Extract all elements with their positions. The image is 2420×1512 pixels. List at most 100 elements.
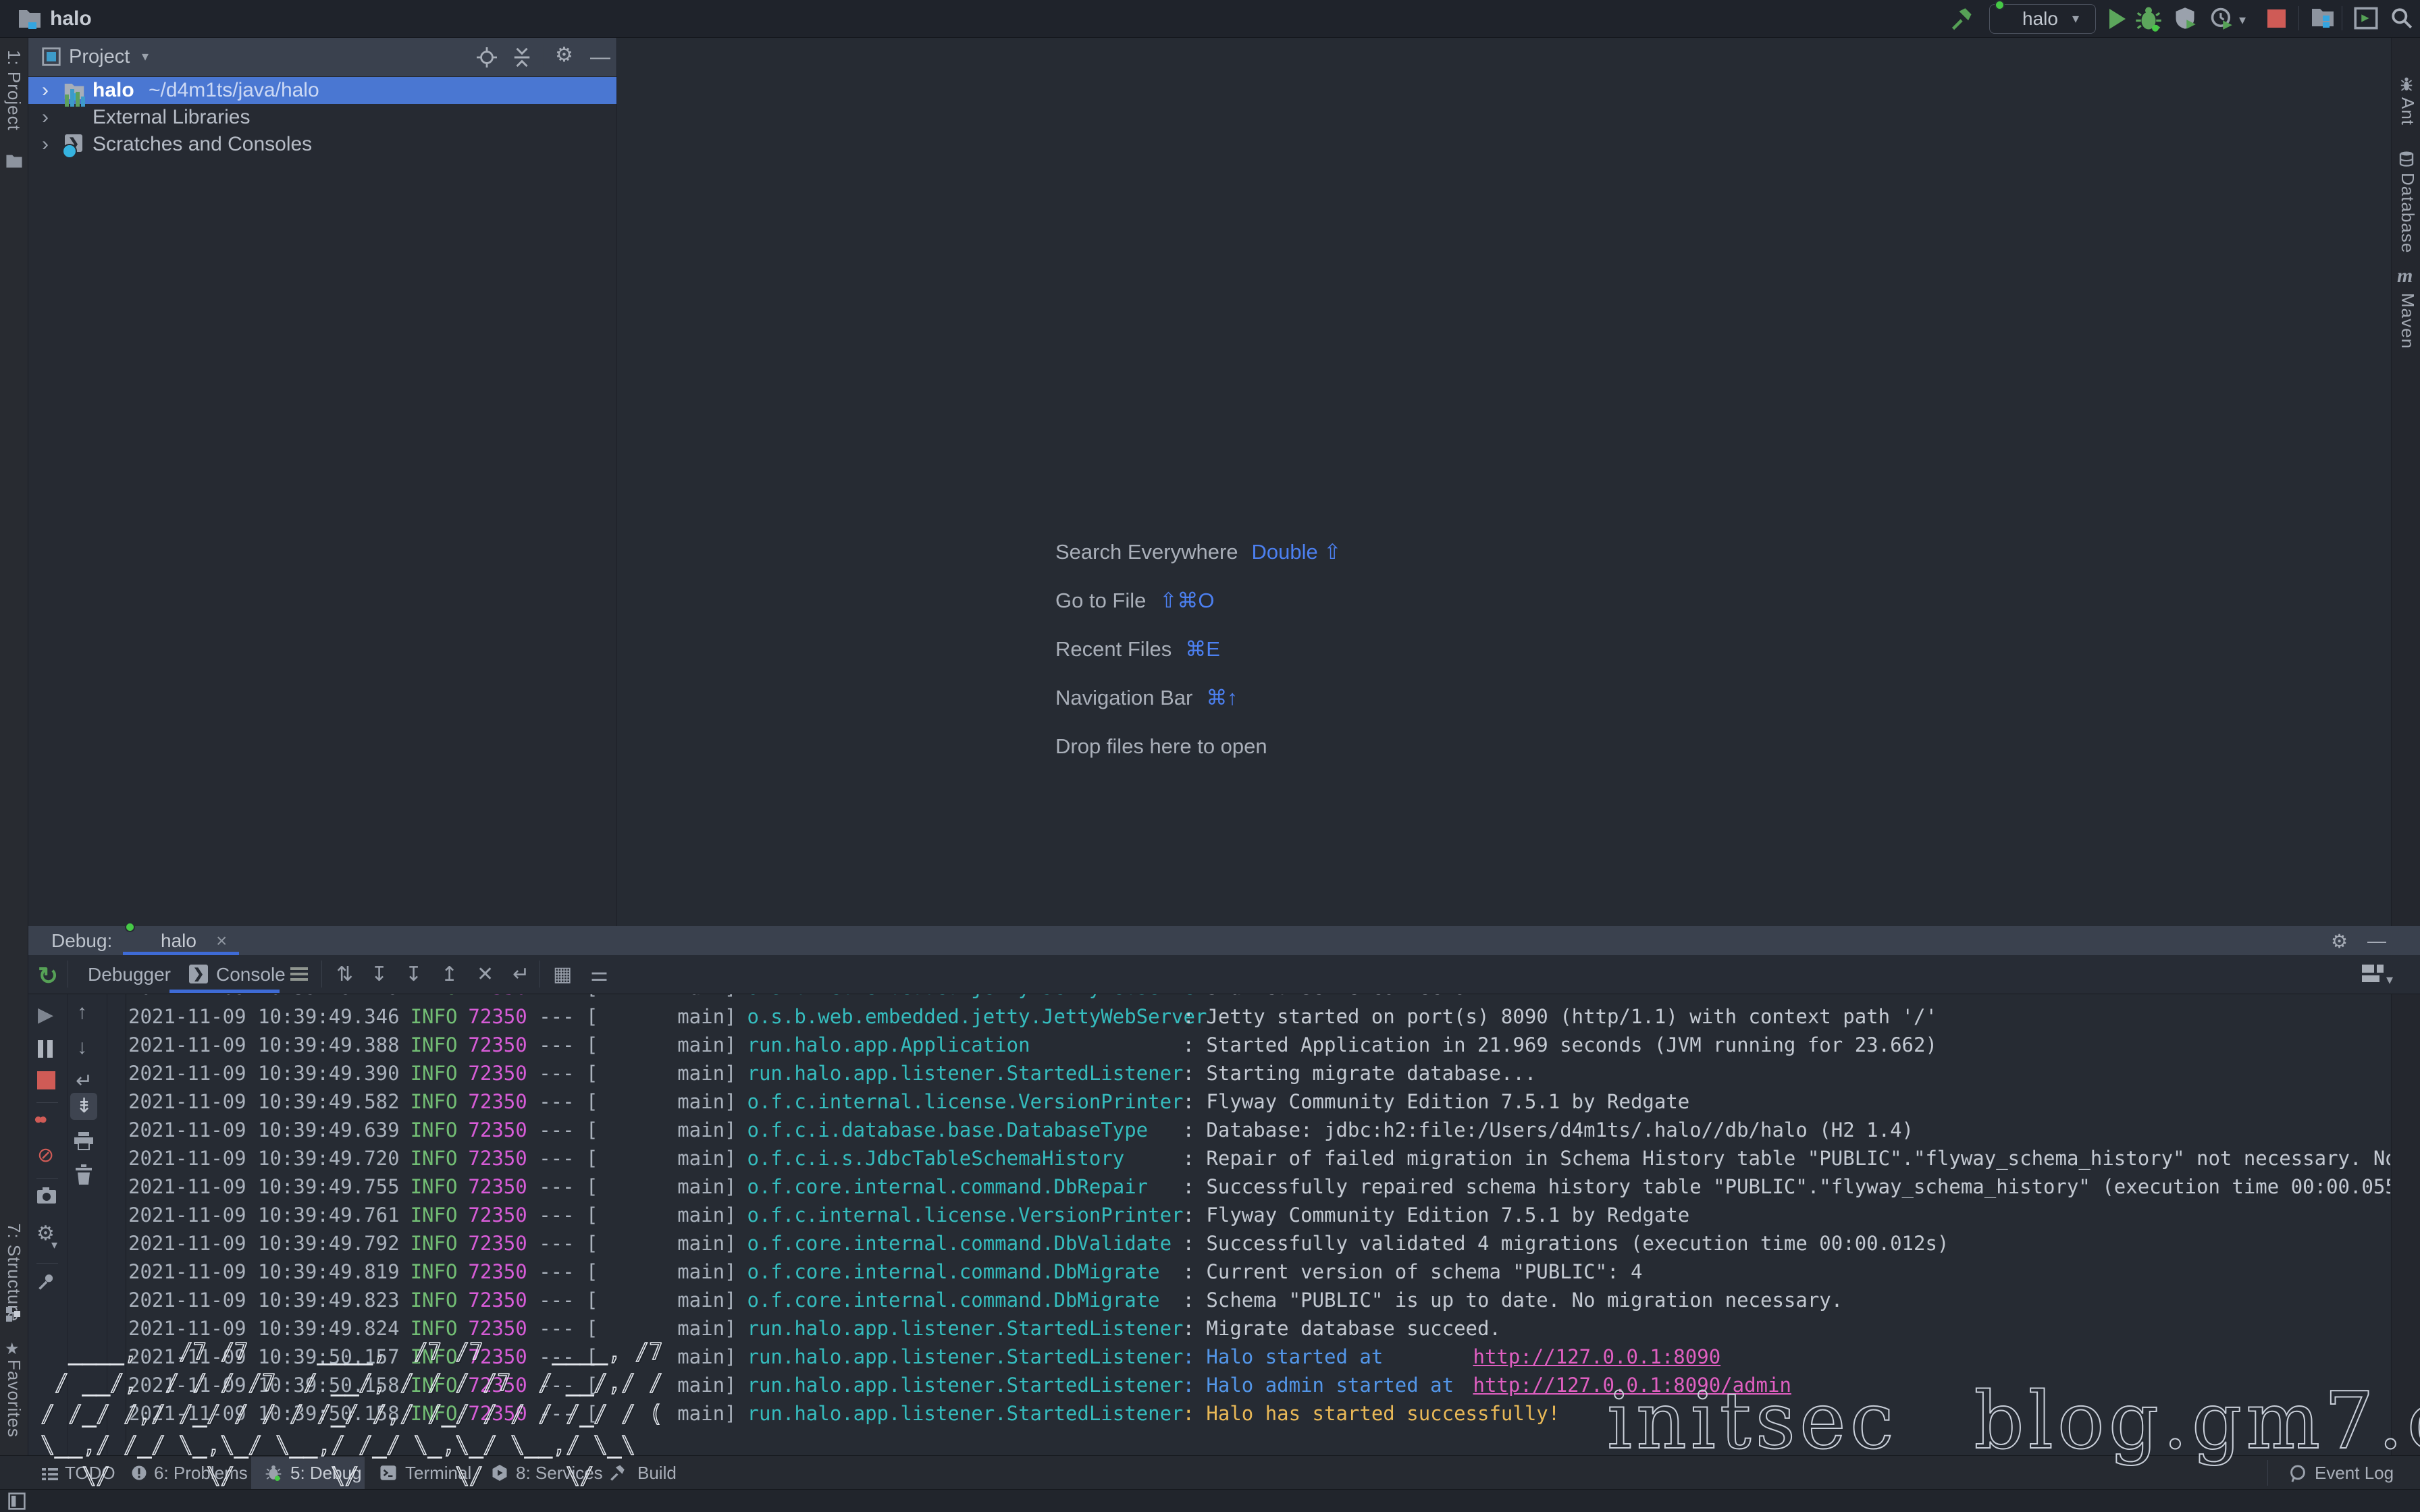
expand-chevron-icon[interactable]: › [42, 77, 49, 104]
tree-row-scratches[interactable]: › ❯ Scratches and Consoles [28, 131, 616, 158]
log-pid: 72350 [468, 1204, 527, 1226]
view-breakpoints-icon[interactable]: ●● [34, 1112, 44, 1127]
tree-row-external-libraries[interactable]: › External Libraries [28, 104, 616, 131]
hide-panel-icon[interactable]: — [590, 38, 610, 76]
toolbar-separator [2298, 6, 2299, 30]
log-level: INFO [411, 1062, 458, 1085]
clear-icon[interactable]: ✕ [477, 955, 494, 994]
log-level: INFO [411, 1175, 458, 1198]
soft-wrap-icon[interactable]: ↵ [76, 1071, 93, 1091]
log-timestamp: 2021-11-09 10:39:49.792 [128, 1232, 400, 1255]
console-link[interactable]: http://127.0.0.1:8090 [1473, 1345, 1721, 1368]
log-thread: main] [598, 994, 737, 1002]
print-icon[interactable] [73, 1131, 95, 1154]
log-message: : Starting migrate database... [1183, 1062, 1537, 1085]
favorites-star-icon[interactable]: ★ [5, 1339, 20, 1359]
evaluate-grid-icon[interactable]: ▦ [553, 955, 572, 994]
pin-icon[interactable] [37, 1272, 56, 1295]
stop-button[interactable] [2267, 9, 2286, 28]
hide-panel-icon[interactable]: — [2367, 926, 2386, 955]
tree-row-project-root[interactable]: › halo ~/d4m1ts/java/halo [28, 77, 616, 104]
debug-window-title: Debug: [51, 926, 112, 955]
gear-icon[interactable]: ⚙ [555, 43, 573, 67]
collapse-all-icon[interactable] [512, 47, 532, 71]
scroll-to-end-icon: ⇟ [76, 1096, 93, 1116]
console-log-row: 2021-11-09 10:39:49.639INFO72350 --- [ma… [128, 1116, 2390, 1144]
log-logger: run.halo.app.Application [747, 1031, 1183, 1059]
step-down-icon[interactable]: ↧ [371, 955, 388, 994]
console-log-row: 2021-11-09 10:39:49.761INFO72350 --- [ma… [128, 1201, 2390, 1229]
debug-button[interactable] [2135, 5, 2162, 36]
maven-icon[interactable]: m [2397, 265, 2413, 288]
console-tab-icon: ❯ [189, 965, 208, 983]
mute-breakpoints-icon[interactable]: ⊘ [37, 1145, 54, 1166]
tab-console[interactable]: Console [216, 955, 286, 994]
gear-icon[interactable]: ⚙ [2331, 930, 2348, 952]
sidebar-item-maven[interactable]: Maven [2397, 293, 2418, 349]
log-timestamp: 2021-11-09 10:39:49.639 [128, 1118, 400, 1141]
thread-dump-camera-icon[interactable] [36, 1186, 57, 1208]
resume-button[interactable]: ▶ [38, 1005, 53, 1025]
project-stripe-folder-icon[interactable] [5, 154, 23, 172]
filter-sliders-icon[interactable]: ⚌ [590, 955, 608, 994]
sidebar-item-ant[interactable]: Ant [2397, 97, 2418, 126]
run-button[interactable] [2109, 9, 2126, 29]
project-view-selector[interactable]: Project [69, 38, 130, 76]
log-logger: o.f.core.internal.command.DbValidate [747, 1229, 1183, 1258]
log-level: INFO [411, 1005, 458, 1028]
run-anything-window-button[interactable] [2354, 7, 2378, 33]
log-level: INFO [411, 1147, 458, 1170]
expand-chevron-icon[interactable]: › [42, 104, 49, 131]
status-bar [0, 1489, 2420, 1512]
expand-chevron-icon[interactable]: › [42, 131, 49, 158]
project-structure-button[interactable] [2311, 7, 2335, 32]
stop-button[interactable] [37, 1071, 55, 1089]
log-timestamp: 2021-11-09 10:39:49.249 [128, 994, 400, 999]
tree-item-path: ~/d4m1ts/java/halo [149, 77, 319, 104]
log-thread: main] [598, 1087, 737, 1116]
log-message: : Started ServerConnector [1183, 994, 1478, 999]
project-panel-header: Project ▾ ⚙ — [28, 38, 616, 76]
log-pid: 72350 [468, 1147, 527, 1170]
trash-icon[interactable] [74, 1164, 93, 1188]
project-tool-window: Project ▾ ⚙ — › halo ~/d4m1ts/java/halo … [28, 38, 617, 926]
profiler-button[interactable] [2209, 6, 2234, 34]
close-icon[interactable]: × [216, 926, 227, 955]
sidebar-item-project[interactable]: 1: Project [3, 50, 24, 131]
database-icon[interactable] [2398, 150, 2415, 171]
console-log-row: 2021-11-09 10:39:49.582INFO72350 --- [ma… [128, 1087, 2390, 1116]
download-icon[interactable]: ↧ [405, 955, 422, 994]
tab-debugger[interactable]: Debugger [88, 955, 171, 994]
shortcut-label: Go to File [1055, 589, 1146, 612]
log-level: INFO [411, 1260, 458, 1283]
log-message: : Flyway Community Edition 7.5.1 by Redg… [1183, 1204, 1690, 1226]
build-hammer-button[interactable] [1950, 7, 1974, 34]
upload-icon[interactable]: ↥ [441, 955, 458, 994]
locate-file-icon[interactable] [477, 47, 497, 71]
ant-icon[interactable] [2398, 76, 2415, 97]
run-config-selector[interactable]: halo ▾ [1989, 4, 2096, 34]
scroll-to-end-active-chip[interactable]: ⇟ [70, 1093, 97, 1120]
profiler-chevron-icon[interactable]: ▾ [2239, 11, 2246, 28]
debug-session-tab[interactable]: halo [161, 926, 196, 955]
sidebar-item-database[interactable]: Database [2397, 173, 2418, 253]
title-bar: halo halo ▾ ▾ [0, 0, 2420, 38]
search-icon[interactable] [2390, 7, 2413, 33]
tool-window-toggle-icon[interactable] [8, 1492, 26, 1512]
log-message: : Migrate database succeed. [1183, 1317, 1501, 1340]
layout-options-icon[interactable] [290, 967, 308, 970]
scroll-down-icon[interactable]: ↓ [77, 1037, 87, 1058]
console-log-row: 2021-11-09 10:39:49.720INFO72350 --- [ma… [128, 1144, 2390, 1172]
pause-button[interactable] [38, 1040, 43, 1058]
log-level: INFO [411, 1033, 458, 1056]
run-with-coverage-button[interactable] [2173, 6, 2197, 34]
up-stack-icon[interactable]: ⇅ [336, 955, 353, 994]
log-logger: run.halo.app.listener.StartedListener [747, 1399, 1183, 1428]
project-view-icon [42, 47, 61, 70]
scroll-up-icon[interactable]: ↑ [77, 1002, 87, 1023]
chevron-down-icon[interactable]: ▾ [2386, 971, 2393, 988]
log-logger: o.f.c.i.database.base.DatabaseType [747, 1116, 1183, 1144]
rerun-icon[interactable]: ↻ [38, 962, 58, 990]
soft-wrap-icon[interactable]: ↵ [512, 955, 529, 994]
log-level: INFO [411, 1118, 458, 1141]
